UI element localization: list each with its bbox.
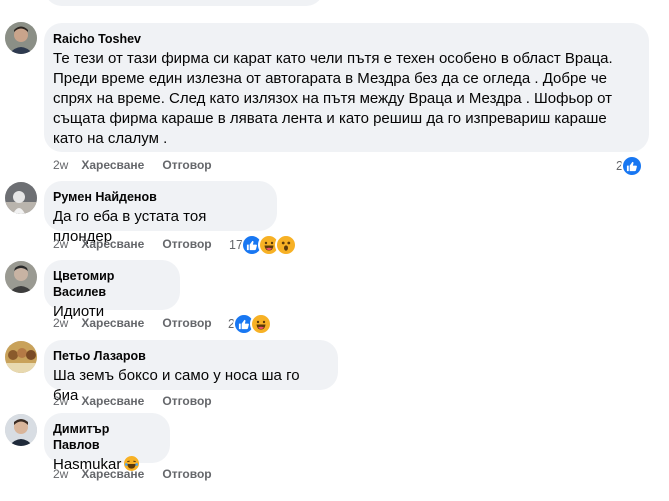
comment-time[interactable]: 2w (53, 467, 68, 481)
comment-author[interactable]: Димитър Павлов (53, 421, 158, 453)
comment-bubble: Румен Найденов Да го еба в устата тоя пл… (44, 181, 277, 245)
comment-author[interactable]: Цветомир Василев (53, 268, 168, 300)
like-button[interactable]: Харесване (81, 316, 144, 330)
wow-icon (274, 234, 297, 256)
reply-button[interactable]: Отговор (162, 158, 211, 172)
avatar[interactable] (5, 261, 37, 293)
avatar[interactable] (5, 182, 37, 214)
reply-button[interactable]: Отговор (162, 237, 211, 251)
comment-actions: 2w Харесване Отговор (53, 157, 230, 173)
reaction-summary[interactable]: 17 (229, 234, 297, 256)
avatar[interactable] (5, 414, 37, 446)
comment-bubble: Димитър Павлов Hasmukar (44, 413, 170, 473)
comment-actions: 2w Харесване Отговор (53, 315, 230, 331)
comment-text: Те тези от тази фирма си карат като чели… (53, 50, 613, 147)
comment-bubble: Raicho Toshev Те тези от тази фирма си к… (44, 23, 649, 152)
avatar[interactable] (5, 22, 37, 54)
like-button[interactable]: Харесване (81, 467, 144, 481)
reply-button[interactable]: Отговор (162, 316, 211, 330)
like-icon (620, 155, 643, 177)
reply-button[interactable]: Отговор (162, 394, 211, 408)
comment-time[interactable]: 2w (53, 394, 68, 408)
comment-actions: 2w Харесване Отговор (53, 236, 230, 252)
comment-bubble: Цветомир Василев Идиоти (44, 260, 180, 320)
comment-time[interactable]: 2w (53, 237, 68, 251)
comment-actions: 2w Харесване Отговор (53, 393, 230, 409)
comment-actions: 2w Харесване Отговор (53, 466, 230, 482)
haha-icon (249, 313, 272, 335)
avatar[interactable] (5, 341, 37, 373)
comment-author[interactable]: Raicho Toshev (53, 31, 637, 47)
like-button[interactable]: Харесване (81, 394, 144, 408)
comment-time[interactable]: 2w (53, 158, 68, 172)
comment-time[interactable]: 2w (53, 316, 68, 330)
previous-comment-bubble (44, 0, 324, 6)
comment-author[interactable]: Петьо Лазаров (53, 348, 326, 364)
reaction-summary[interactable]: 2 (228, 313, 272, 335)
reply-button[interactable]: Отговор (162, 467, 211, 481)
like-button[interactable]: Харесване (81, 237, 144, 251)
comment-author[interactable]: Румен Найденов (53, 189, 265, 205)
comment-bubble: Петьо Лазаров Ша земъ боксо и само у нос… (44, 340, 338, 404)
like-button[interactable]: Харесване (81, 158, 144, 172)
reaction-summary[interactable]: 2 (616, 155, 643, 177)
